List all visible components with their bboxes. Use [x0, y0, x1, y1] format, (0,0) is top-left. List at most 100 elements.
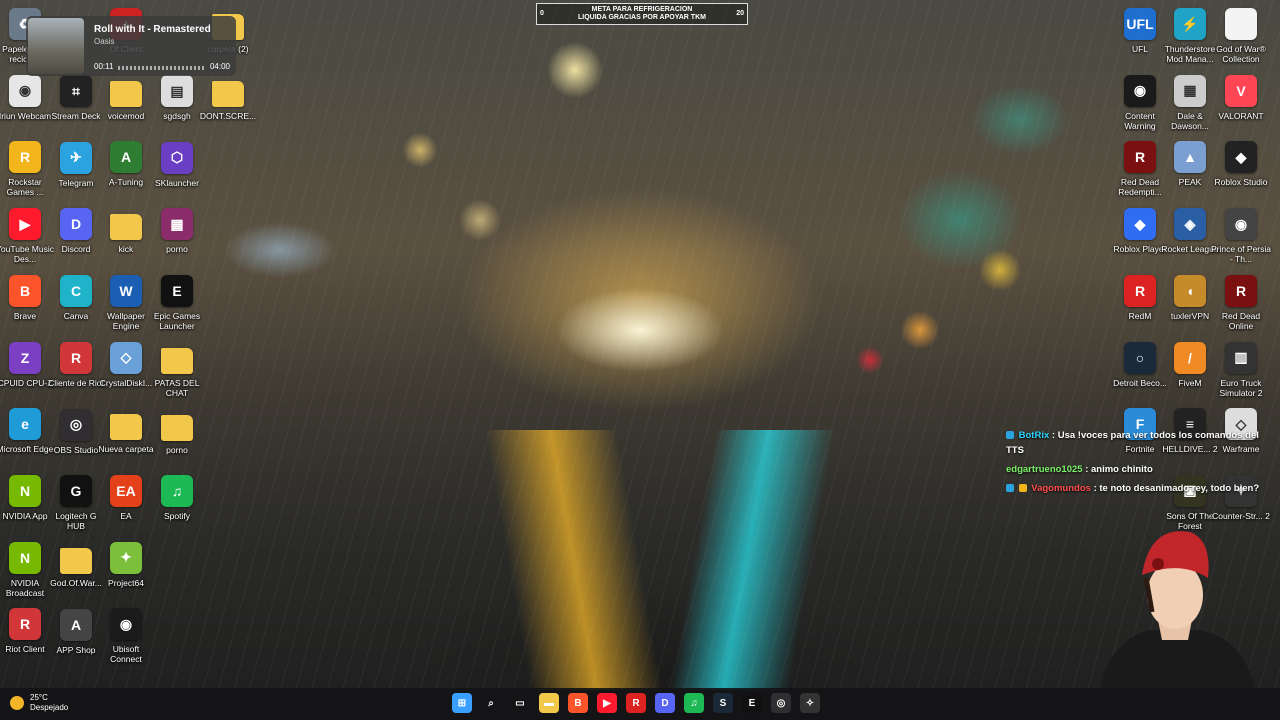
weather-condition: Despejado [30, 703, 69, 712]
desktop-shortcut-label: Prince of Persia - Th... [1211, 244, 1271, 265]
desktop-shortcut[interactable]: E Epic Games Launcher [147, 275, 207, 331]
track-artist: Oasis [94, 37, 115, 46]
rockstar-icon: R [9, 141, 41, 174]
weather-widget[interactable]: 25°C Despejado [10, 693, 68, 713]
media-player-widget[interactable]: Roll with It - Remastered Oasis 00:11 04… [26, 16, 236, 76]
app-shop-icon: A [60, 608, 92, 641]
brave-icon: B [9, 274, 41, 307]
stream-deck-icon: ⌗ [60, 75, 92, 107]
logitech-icon: G [60, 475, 92, 508]
desktop-shortcut-label: Ubisoft Connect [110, 644, 142, 665]
taskbar: 25°C Despejado ⊞ ⌕ ▭ ▬ B ▶ R D ♫ S E ◎ ✧ [0, 688, 1280, 720]
start-icon[interactable]: ⊞ [452, 693, 472, 713]
desktop-shortcut[interactable]: ⬡ SKlauncher [147, 141, 207, 188]
album-art [28, 18, 84, 74]
desktop-shortcut[interactable]: R Red Dead Online [1211, 274, 1271, 331]
goal-line-2: LIQUIDA GRACIAS POR APOYAR TKM [578, 14, 706, 21]
spotify-taskbar-icon[interactable]: ♫ [684, 693, 704, 713]
sub-badge-icon [1018, 484, 1027, 493]
project64-icon: ✦ [110, 541, 142, 574]
folder-icon [110, 80, 142, 107]
steam-taskbar-icon[interactable]: S [713, 693, 733, 713]
desktop-shortcut-label: Project64 [108, 577, 144, 588]
desktop-shortcut[interactable]: PATAS DEL CHAT [147, 342, 207, 398]
desktop-shortcut[interactable]: ✦ Project64 [96, 541, 156, 588]
image-file-icon: ▤ [161, 75, 193, 107]
wallpaper-engine-icon: W [110, 274, 142, 307]
desktop-shortcut-label: porno [166, 244, 188, 255]
desktop-shortcut-label: PATAS DEL CHAT [154, 377, 200, 398]
valorant-icon: V [1225, 74, 1257, 107]
obs-taskbar-icon[interactable]: ◎ [771, 693, 791, 713]
folder-icon [110, 414, 142, 441]
taskbar-apps: ⊞ ⌕ ▭ ▬ B ▶ R D ♫ S E ◎ ✧ [452, 693, 820, 713]
canva-icon: C [60, 275, 92, 308]
desktop-shortcut-label: God of War® Collection [1216, 44, 1266, 64]
goal-line-1: META PARA REFRIGERACION [591, 6, 693, 13]
epic-taskbar-icon[interactable]: E [742, 693, 762, 713]
chat-text: : animo chinito [1085, 464, 1153, 475]
folder-icon [60, 547, 92, 574]
cpuz-icon: Z [9, 341, 41, 374]
desktop-shortcut[interactable]: God of War® Collection [1211, 8, 1271, 64]
desktop-shortcut[interactable]: ♫ Spotify [147, 475, 207, 521]
tuxler-icon: ◖ [1174, 274, 1206, 307]
streamer-bot-taskbar-icon[interactable]: ✧ [800, 693, 820, 713]
folder-icon [110, 214, 142, 241]
ea-icon: EA [110, 474, 142, 507]
red-dead-icon: R [1124, 141, 1156, 174]
desktop-shortcut-label: Roblox Studio [1214, 177, 1268, 188]
desktop-shortcut-label: Epic Games Launcher [153, 311, 201, 332]
discord-taskbar-icon[interactable]: D [655, 693, 675, 713]
detroit-icon: ○ [1124, 341, 1156, 374]
file-explorer-icon[interactable]: ▬ [539, 693, 559, 713]
chat-user: edgartrueno1025 [1006, 464, 1083, 475]
desktop-shortcut-label: Euro Truck Simulator 2 [1219, 377, 1263, 398]
webcam-icon: ◉ [9, 74, 41, 107]
desktop-shortcut[interactable]: ◆ Roblox Studio [1211, 141, 1271, 187]
crystaldisk-icon: ◇ [110, 341, 142, 374]
fivem-icon: / [1174, 341, 1206, 374]
youtube-music-taskbar-icon[interactable]: ▶ [597, 693, 617, 713]
epic-games-icon: E [161, 275, 193, 308]
red-dead-online-icon: R [1225, 274, 1257, 307]
folder-icon [161, 347, 193, 374]
chat-user: Vagomundos [1031, 483, 1091, 494]
ubisoft-icon: ◉ [110, 608, 142, 641]
brave-taskbar-icon[interactable]: B [568, 693, 588, 713]
desktop-shortcut[interactable]: DONT.SCRE... [198, 75, 258, 121]
peak-icon: ▲ [1174, 141, 1206, 174]
weather-temp: 25°C [30, 693, 48, 702]
roblox-studio-icon: ◆ [1225, 141, 1257, 174]
obs-icon: ◎ [60, 408, 92, 441]
discord-icon: D [60, 208, 92, 241]
chat-message: BotRix : Usa !voces para ver todos los c… [1006, 428, 1278, 458]
sklauncher-icon: ⬡ [161, 141, 193, 174]
a-tuning-icon: A [110, 141, 142, 174]
weather-sun-icon [10, 696, 24, 710]
elapsed-time: 00:11 [94, 62, 114, 71]
search-icon[interactable]: ⌕ [481, 693, 501, 713]
desktop-shortcut[interactable]: porno [147, 409, 207, 455]
spotify-icon: ♫ [161, 475, 193, 508]
desktop-shortcut[interactable]: ▥ Euro Truck Simulator 2 [1211, 341, 1271, 398]
dale-dawson-icon: ▦ [1174, 74, 1206, 107]
track-progress[interactable] [118, 66, 204, 70]
desktop-shortcut[interactable]: ◉ Prince of Persia - Th... [1211, 208, 1271, 264]
chat-message: Vagomundos : te noto desanimado rey, tod… [1006, 481, 1278, 496]
riot-icon: R [9, 608, 41, 641]
task-view-icon[interactable]: ▭ [510, 693, 530, 713]
desktop-shortcut[interactable]: ◉ Ubisoft Connect [96, 608, 156, 664]
document-icon [1225, 8, 1257, 40]
roblox-icon: ◆ [1124, 208, 1156, 241]
mod-badge-icon [1006, 431, 1014, 440]
redm-taskbar-icon[interactable]: R [626, 693, 646, 713]
edge-icon: e [9, 408, 41, 441]
youtube-music-icon: ▶ [9, 208, 41, 241]
desktop-shortcut-label: VALORANT [1218, 110, 1264, 121]
euro-truck-icon: ▥ [1225, 341, 1257, 374]
nvidia-broadcast-icon: N [9, 541, 41, 574]
desktop-shortcut[interactable]: V VALORANT [1211, 74, 1271, 121]
desktop-shortcut[interactable]: ▦ porno [147, 208, 207, 254]
goal-end: 20 [736, 10, 744, 17]
